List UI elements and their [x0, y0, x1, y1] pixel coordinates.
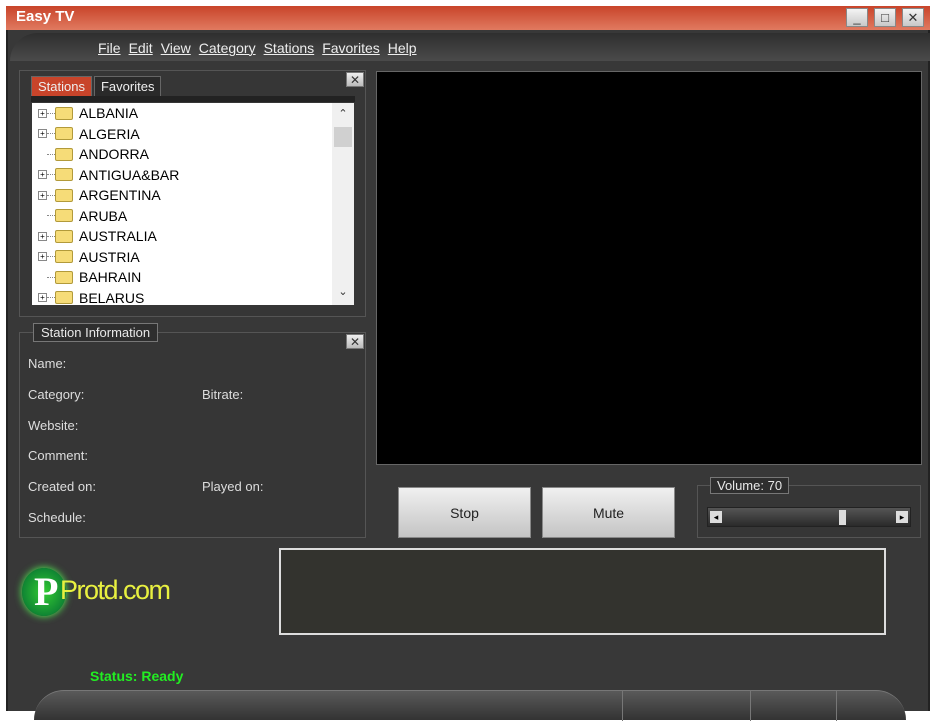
folder-icon	[55, 168, 73, 182]
tree-item-label: AUSTRALIA	[79, 228, 157, 245]
stop-button[interactable]: Stop	[398, 487, 531, 538]
menu-favorites[interactable]: Favorites	[322, 40, 380, 56]
maximize-button[interactable]: □	[874, 8, 896, 27]
logo: Protd.com	[60, 575, 171, 605]
tree-item[interactable]: + ARGENTINA	[32, 185, 354, 206]
menu-edit[interactable]: Edit	[129, 40, 153, 56]
minimize-button[interactable]: _	[846, 8, 868, 27]
folder-icon	[55, 270, 73, 284]
tab-favorites[interactable]: Favorites	[93, 76, 162, 97]
expand-icon[interactable]: +	[38, 108, 47, 118]
bitrate-label: Bitrate:	[202, 387, 244, 402]
close-info-panel-icon[interactable]: ✕	[346, 334, 364, 349]
menu-help[interactable]: Help	[388, 40, 417, 56]
expand-icon[interactable]: +	[38, 252, 47, 262]
volume-slider[interactable]: ◂ ▸	[707, 507, 911, 527]
station-info-title: Station Information	[33, 323, 159, 342]
video-screen[interactable]	[376, 71, 922, 465]
mute-button[interactable]: Mute	[542, 487, 675, 538]
volume-down-icon[interactable]: ◂	[710, 511, 722, 523]
menu-view[interactable]: View	[161, 40, 191, 56]
expand-icon[interactable]: +	[38, 129, 47, 139]
tree-item-label: ALGERIA	[79, 125, 140, 142]
bottom-bar	[34, 690, 906, 721]
tree-scrollbar[interactable]: ⌃ ⌄	[332, 103, 354, 305]
folder-icon	[55, 209, 73, 223]
close-button[interactable]: ✕	[902, 8, 924, 27]
folder-icon	[55, 127, 73, 141]
tree-item-label: BELARUS	[79, 289, 145, 305]
menu: File Edit View Category Stations Favorites Hel…	[98, 40, 417, 56]
tree-item-label: ALBANIA	[79, 105, 139, 122]
menu-file[interactable]: File	[98, 40, 121, 56]
info-display	[279, 548, 886, 635]
tree-item[interactable]: + ALGERIA	[32, 124, 354, 145]
tree-item-label: ARUBA	[79, 207, 128, 224]
volume-label: Volume: 70	[710, 477, 790, 494]
category-label: Category:	[28, 387, 85, 402]
schedule-label: Schedule:	[28, 510, 86, 525]
station-info-panel	[19, 332, 366, 538]
comment-label: Comment:	[28, 448, 88, 463]
folder-icon	[55, 229, 73, 243]
tree-item-label: ANTIGUA&BAR	[79, 166, 180, 183]
menu-category[interactable]: Category	[199, 40, 256, 56]
scroll-up-icon[interactable]: ⌃	[332, 107, 354, 120]
menu-stations[interactable]: Stations	[264, 40, 315, 56]
tree-item-label: BAHRAIN	[79, 269, 142, 286]
close-stations-panel-icon[interactable]: ✕	[346, 72, 364, 87]
scroll-down-icon[interactable]: ⌄	[332, 285, 354, 298]
played-label: Played on:	[202, 479, 264, 494]
folder-icon	[55, 291, 73, 305]
tree-item[interactable]: ARUBA	[32, 206, 354, 227]
tree-item[interactable]: + AUSTRALIA	[32, 226, 354, 247]
window-title: Easy TV	[16, 8, 75, 25]
expand-icon[interactable]: +	[38, 170, 47, 180]
expand-icon[interactable]: +	[38, 293, 47, 303]
website-label: Website:	[28, 418, 79, 433]
tree-item[interactable]: ANDORRA	[32, 144, 354, 165]
tree-item-label: AUSTRIA	[79, 248, 140, 265]
tab-strip	[31, 96, 355, 102]
tree-item[interactable]: BAHRAIN	[32, 267, 354, 288]
scroll-thumb[interactable]	[334, 127, 352, 147]
logo-letter: P	[34, 569, 59, 614]
volume-thumb[interactable]	[838, 510, 846, 525]
expand-icon[interactable]: +	[38, 190, 47, 200]
title-bar: Easy TV _ □ ✕	[6, 6, 930, 30]
station-tree[interactable]: + ALBANIA + ALGERIA ANDORRA + ANTIGUA&BAR + ARGE…	[32, 103, 354, 305]
name-label: Name:	[28, 356, 67, 371]
status-text: Status: Ready	[90, 668, 184, 684]
tree-item[interactable]: + ALBANIA	[32, 103, 354, 124]
expand-icon[interactable]: +	[38, 231, 47, 241]
folder-icon	[55, 147, 73, 161]
tree-item[interactable]: + BELARUS	[32, 288, 354, 305]
tree-item[interactable]: + ANTIGUA&BAR	[32, 165, 354, 186]
tree-item-label: ARGENTINA	[79, 187, 161, 204]
created-label: Created on:	[28, 479, 96, 494]
tree-item[interactable]: + AUSTRIA	[32, 247, 354, 268]
folder-icon	[55, 106, 73, 120]
folder-icon	[55, 250, 73, 264]
tab-stations[interactable]: Stations	[31, 76, 92, 97]
folder-icon	[55, 188, 73, 202]
tree-item-label: ANDORRA	[79, 146, 150, 163]
volume-up-icon[interactable]: ▸	[896, 511, 908, 523]
